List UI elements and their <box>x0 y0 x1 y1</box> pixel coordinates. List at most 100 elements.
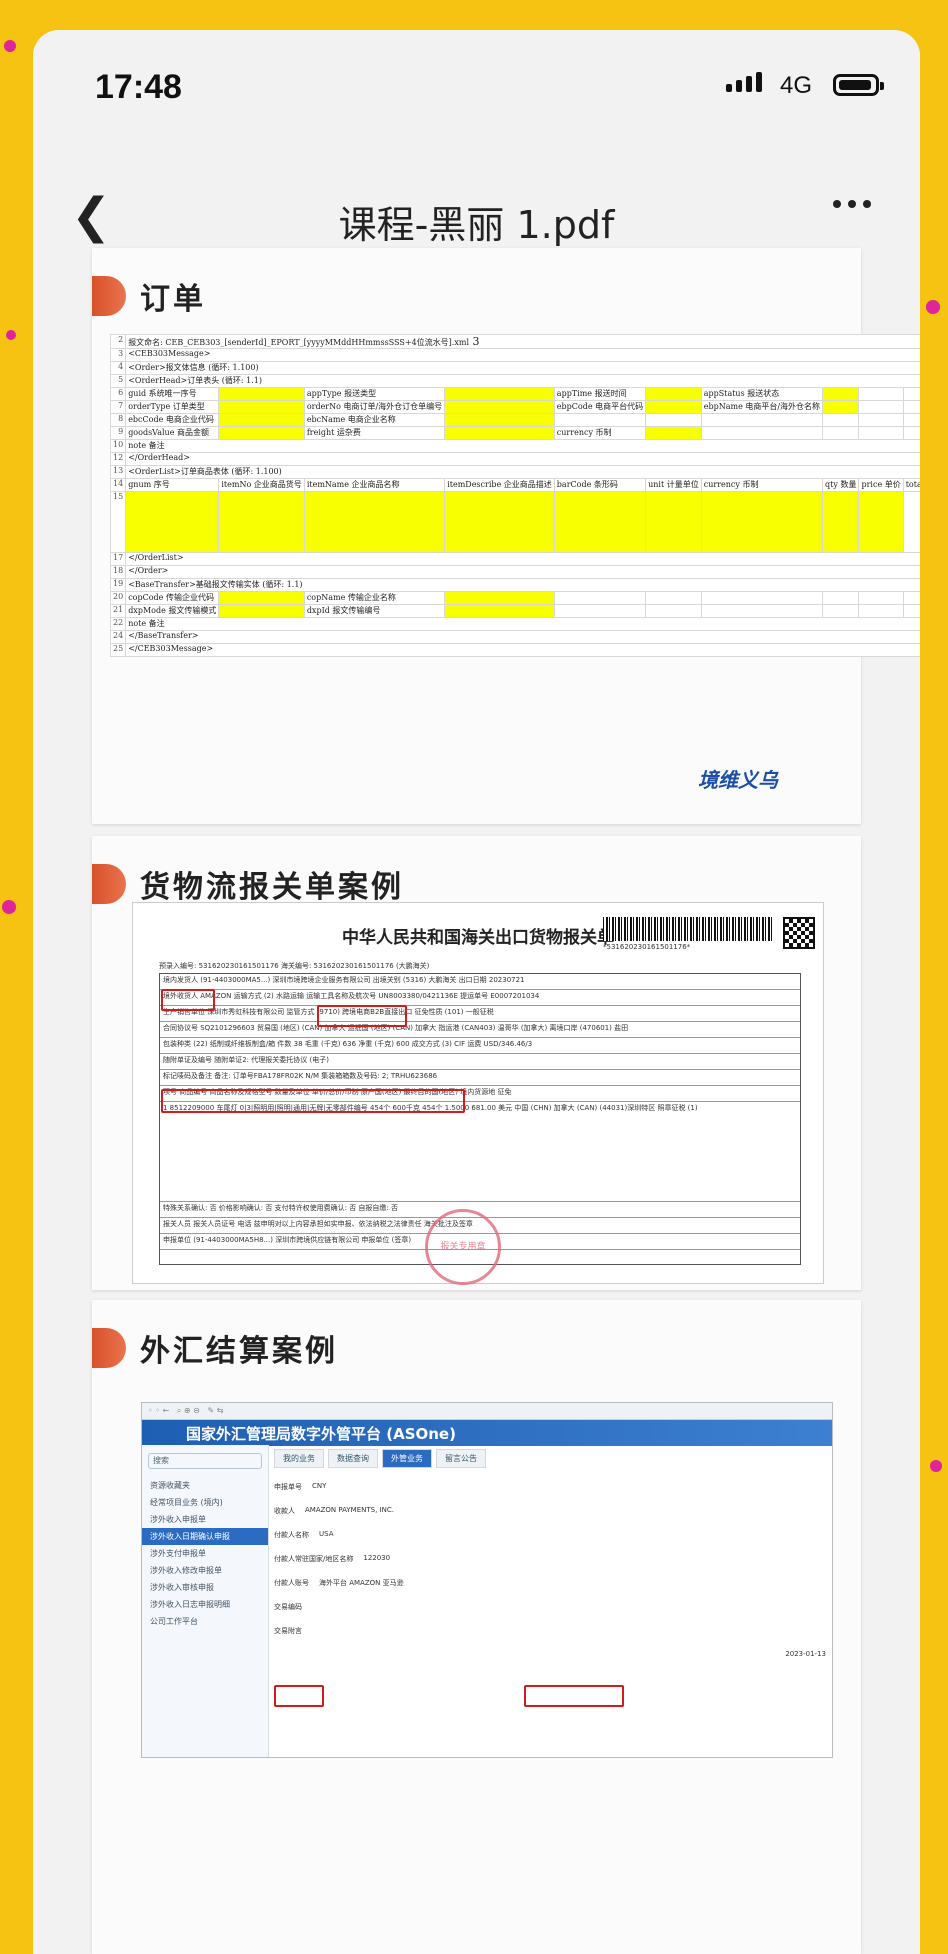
row-number: 6 <box>109 387 127 401</box>
customs-row: 标记唛码及备注 备注: 订单号FBA178FR02K N/M 集装箱箱数及号码:… <box>160 1070 800 1086</box>
highlight-box <box>274 1685 324 1707</box>
sheet-value-cell <box>444 387 555 401</box>
sheet-row: 22 note 备注 <box>109 617 920 631</box>
sidebar-item[interactable]: 涉外支付申报单 <box>142 1545 268 1562</box>
sheet-value-cell <box>218 426 305 440</box>
sheet-cell <box>902 400 920 414</box>
sheet-row: 18 </Order> <box>109 565 920 579</box>
form-value: USA <box>319 1530 334 1538</box>
sheet-value-cell <box>125 491 220 553</box>
sheet-cell: dxpMode 报文传输模式 <box>125 604 220 618</box>
sheet-cell: copName 传输企业名称 <box>303 591 446 605</box>
customs-stamp: 报关专用章 <box>425 1209 501 1285</box>
sheet-value-cell <box>218 591 305 605</box>
sheet-cell: dxpId 报文传输编号 <box>303 604 446 618</box>
highlight-box <box>161 989 215 1011</box>
forex-screenshot: ◦ ◦ ← ⌕ ⊕ ⊖ ✎ ⇆ 国家外汇管理局数字外管平台 (ASOne) 搜索… <box>141 1402 833 1758</box>
highlight-box <box>317 1005 407 1027</box>
sheet-value-cell <box>218 387 305 401</box>
slide-order: 订单 2 报文命名: CEB_CEB303_[senderId]_EPORT_[y… <box>92 248 920 824</box>
sheet-cell: </BaseTransfer> <box>125 630 920 644</box>
sheet-cell <box>700 591 824 605</box>
form-label: 收款人 <box>274 1507 295 1515</box>
customs-row: 随附单证及编号 随附单证2: 代理报关委托协议 (电子) <box>160 1054 800 1070</box>
sheet-value-cell <box>645 400 702 414</box>
tab[interactable]: 留言公告 <box>436 1449 486 1468</box>
sheet-cell: totalPrice 总价 <box>902 478 920 492</box>
sidebar-item[interactable]: 涉外收入申报单 <box>142 1511 268 1528</box>
sheet-cell: currency 币制 <box>700 478 824 492</box>
sidebar-item[interactable]: 经常项目业务 (境内) <box>142 1494 268 1511</box>
sidebar-item[interactable]: 涉外收入日志申报明细 <box>142 1596 268 1613</box>
slide-title: 外汇结算案例 <box>92 1328 338 1369</box>
sheet-row: 17 </OrderList> <box>109 552 920 566</box>
customs-meta: 预录入编号: 531620230161501176 海关编号: 53162023… <box>159 962 430 970</box>
slide-title-text: 订单 <box>140 282 206 317</box>
sidebar-item[interactable]: 涉外收入修改申报单 <box>142 1562 268 1579</box>
tab[interactable]: 外管业务 <box>382 1449 432 1468</box>
slide-title: 订单 <box>92 276 206 317</box>
customs-document: 中华人民共和国海关出口货物报关单 *531620230161501176* 预录… <box>132 902 824 1285</box>
customs-row: 境内发货人 (91-4403000MA5...) 深圳市境跨境企业服务有限公司 … <box>160 974 800 990</box>
row-number: 7 <box>109 400 127 414</box>
sheet-cell <box>700 426 824 440</box>
platform-header: 国家外汇管理局数字外管平台 (ASOne) <box>142 1420 832 1446</box>
sheet-value-cell <box>444 491 555 553</box>
form-row: 申报单号 CNY <box>274 1482 826 1492</box>
sheet-cell: guid 系统唯一序号 <box>125 387 220 401</box>
sidebar-item[interactable]: 公司工作平台 <box>142 1613 268 1630</box>
signal-icon <box>726 70 762 92</box>
slide-title-text: 货物流报关单案例 <box>140 870 404 905</box>
background-dot <box>926 300 940 314</box>
status-bar: 17:48 4G <box>33 30 920 130</box>
sheet-row: 9 goodsValue 商品金额 freight 运杂费 currency 币制 <box>109 426 920 440</box>
sheet-cell: </Order> <box>125 565 920 579</box>
sidebar-item[interactable]: 涉外收入日期确认申报 <box>142 1528 268 1545</box>
sheet-cell <box>645 413 702 427</box>
sheet-cell <box>858 426 904 440</box>
row-number: 3 <box>109 348 127 362</box>
sheet-value-cell <box>218 604 305 618</box>
sheet-cell <box>858 387 904 401</box>
sheet-cell: orderType 订单类型 <box>125 400 220 414</box>
slide-customs: 货物流报关单案例 中华人民共和国海关出口货物报关单 *5316202301615… <box>92 836 861 1290</box>
sheet-row: 10 note 备注 <box>109 439 920 453</box>
search-input[interactable]: 搜索 <box>148 1453 262 1469</box>
form-value: CNY <box>312 1482 327 1490</box>
sheet-cell: qty 数量 <box>822 478 860 492</box>
sheet-cell: unit 计量单位 <box>645 478 702 492</box>
sidebar-item[interactable]: 涉外收入审核申报 <box>142 1579 268 1596</box>
sheet-value-cell <box>444 591 555 605</box>
sheet-row: 12 </OrderHead> <box>109 452 920 466</box>
sheet-cell: <BaseTransfer>基础报文传输实体 (循环: 1.1) <box>125 578 920 592</box>
customs-row: 生产销售单位 深圳市秀虹科技有限公司 监管方式 (9710) 跨境电商B2B直接… <box>160 1006 800 1022</box>
sheet-cell <box>700 413 824 427</box>
sheet-row: 8 ebcCode 电商企业代码 ebcName 电商企业名称 <box>109 413 920 427</box>
sheet-row: 2 报文命名: CEB_CEB303_[senderId]_EPORT_[yyyy… <box>109 334 920 349</box>
tab[interactable]: 数据查询 <box>328 1449 378 1468</box>
sheet-cell <box>700 604 824 618</box>
sidebar-item[interactable]: 资源收藏夹 <box>142 1477 268 1494</box>
network-label: 4G <box>780 72 813 99</box>
customs-row: 1 8512209000 车尾灯 0|3|照明用|照明|通用|无牌|无零部件编号… <box>160 1102 800 1202</box>
form-value: AMAZON PAYMENTS, INC. <box>305 1506 394 1514</box>
sheet-cell <box>553 591 647 605</box>
sheet-cell <box>902 387 920 401</box>
sheet-cell: appTime 报送时间 <box>553 387 647 401</box>
more-icon[interactable] <box>833 200 871 208</box>
sheet-cell: 报文命名: CEB_CEB303_[senderId]_EPORT_[yyyyM… <box>125 334 920 349</box>
sheet-value-cell <box>645 387 702 401</box>
form-label: 付款人账号 <box>274 1579 309 1587</box>
sheet-value-cell <box>645 491 702 553</box>
form-value: 122030 <box>363 1554 391 1562</box>
slide-title-bar <box>92 864 126 904</box>
row-number: 17 <box>109 552 127 566</box>
sheet-cell <box>902 426 920 440</box>
form-row: 交易编码 <box>274 1602 826 1612</box>
tab[interactable]: 我的业务 <box>274 1449 324 1468</box>
customs-row: 包装种类 (22) 纸制或纤维板制盒/箱 件数 38 毛重 (千克) 636 净… <box>160 1038 800 1054</box>
sheet-row: 15 <box>109 491 920 553</box>
sheet-cell: orderNo 电商订单/海外仓订仓单编号 <box>303 400 446 414</box>
sheet-cell <box>822 591 860 605</box>
row-number: 18 <box>109 565 127 579</box>
